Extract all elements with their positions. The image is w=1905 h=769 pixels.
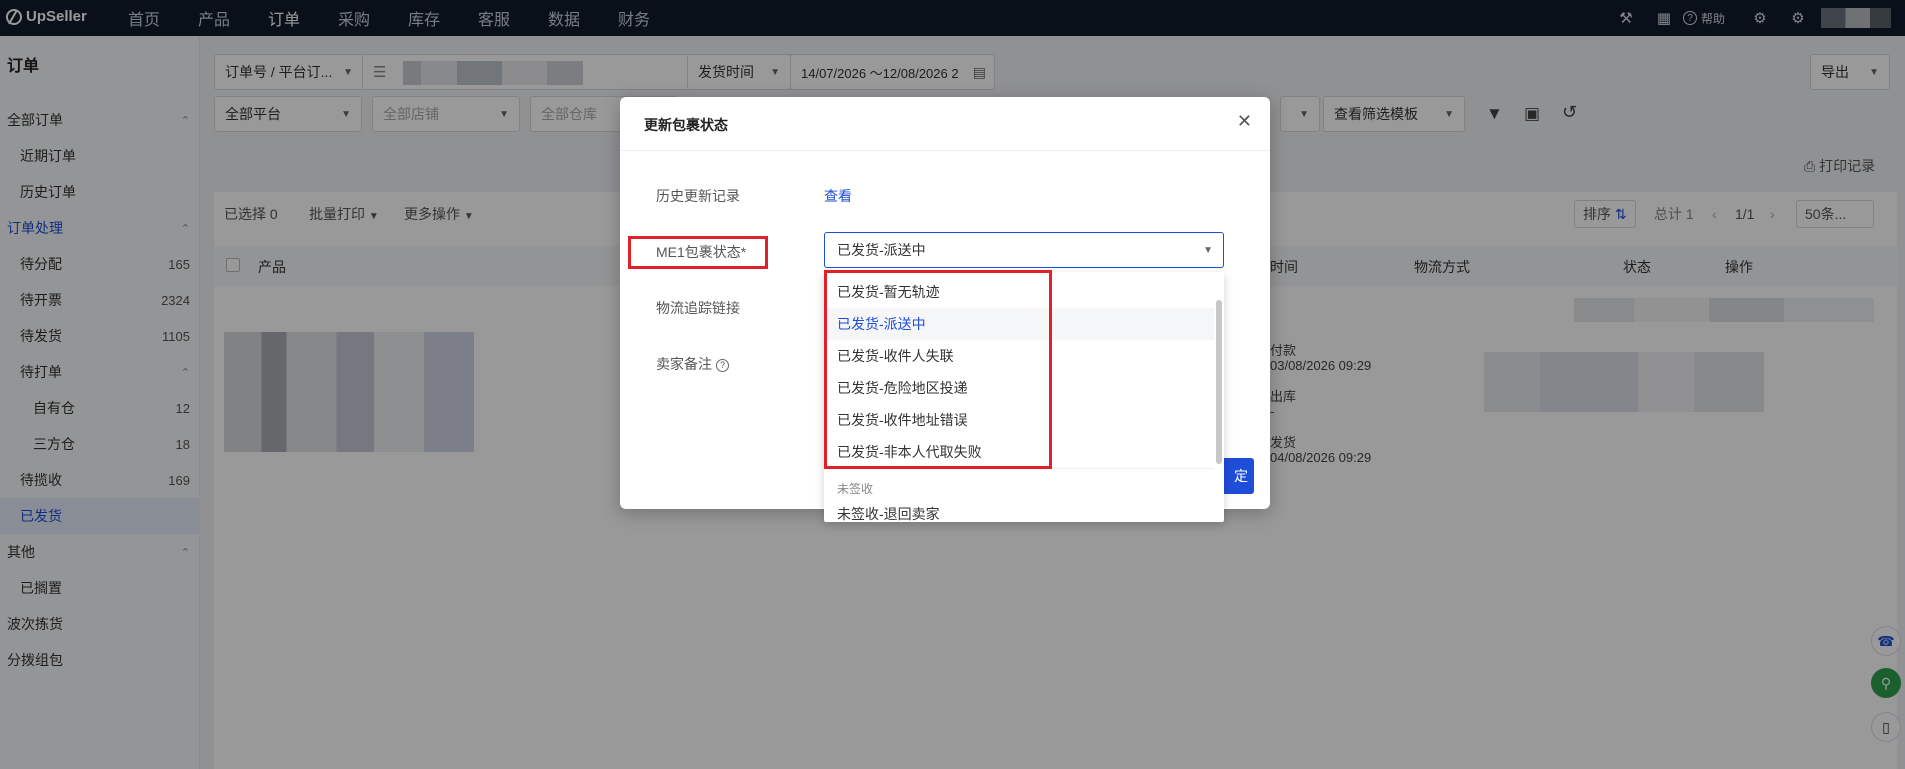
dialog-title: 更新包裹状态 bbox=[644, 117, 728, 133]
close-icon[interactable]: ✕ bbox=[1237, 111, 1252, 132]
highlight-status-label bbox=[628, 236, 768, 269]
seller-note-text: 卖家备注 bbox=[656, 356, 712, 372]
confirm-button[interactable]: 定 bbox=[1220, 458, 1254, 494]
dropdown-option[interactable]: 未签收-退回卖家 bbox=[824, 498, 1214, 522]
dialog-header: 更新包裹状态 ✕ bbox=[620, 97, 1270, 151]
history-view-link[interactable]: 查看 bbox=[824, 186, 852, 206]
tracking-label: 物流追踪链接 bbox=[656, 300, 740, 316]
highlight-shipped-options bbox=[824, 270, 1052, 469]
seller-note-label: 卖家备注? bbox=[656, 354, 729, 374]
status-select[interactable]: 已发货-派送中 ▼ bbox=[824, 232, 1224, 268]
chevron-down-icon: ▼ bbox=[1203, 244, 1213, 256]
dropdown-option-label: 未签收-退回卖家 bbox=[837, 506, 940, 522]
dropdown-scrollbar[interactable] bbox=[1216, 300, 1222, 464]
question-icon[interactable]: ? bbox=[716, 358, 729, 372]
status-select-value: 已发货-派送中 bbox=[837, 242, 926, 258]
confirm-label: 定 bbox=[1234, 468, 1248, 484]
dropdown-group-label: 未签收 bbox=[837, 482, 874, 496]
history-label: 历史更新记录 bbox=[656, 188, 740, 204]
